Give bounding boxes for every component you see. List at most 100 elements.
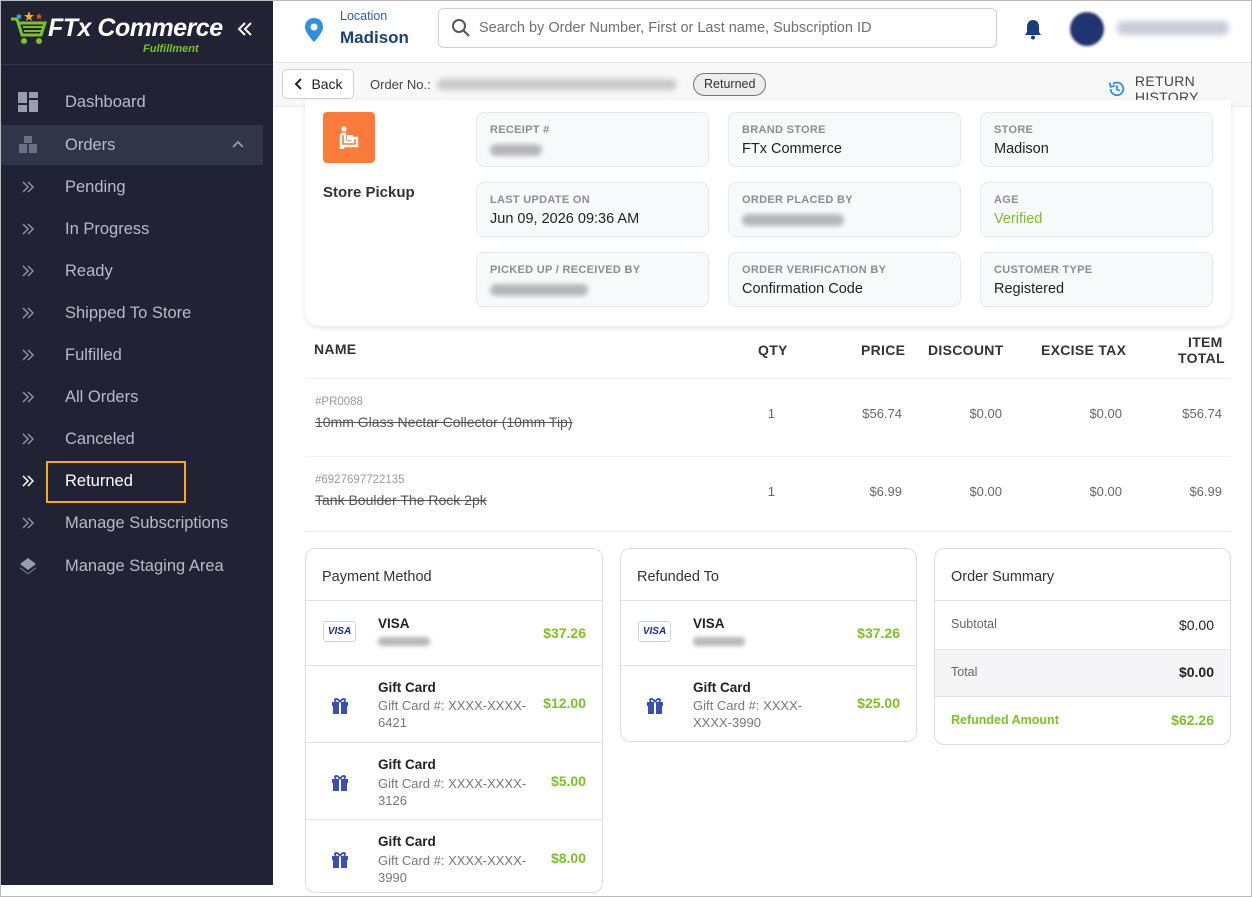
item-price: $56.74: [862, 406, 902, 421]
field-value: Registered: [994, 281, 1065, 297]
field-label: ORDER PLACED BY: [742, 194, 853, 206]
item-sku: #PR0088: [315, 396, 363, 408]
sidebar-item-manage-subscriptions[interactable]: Manage Subscriptions: [1, 503, 273, 543]
refund-amount: $37.26: [857, 625, 900, 641]
back-button[interactable]: Back: [282, 69, 354, 99]
sidebar-item-all-orders[interactable]: All Orders: [1, 377, 273, 417]
item-name: Tank Boulder The Rock 2pk: [315, 492, 487, 508]
subtotal-label: Subtotal: [951, 617, 997, 631]
total-label: Total: [951, 665, 978, 679]
dashboard-icon: [18, 92, 38, 112]
subtotal-value: $0.00: [1178, 617, 1214, 633]
divider: [621, 665, 916, 666]
sidebar-item-canceled[interactable]: Canceled: [1, 419, 273, 459]
field-value: Verified: [994, 211, 1043, 227]
chevron-left-icon: [295, 78, 303, 90]
picked-up-by-field: PICKED UP / RECEIVED BY: [476, 252, 709, 307]
divider: [305, 531, 1231, 532]
picked-up-by-value-redacted: [490, 284, 588, 296]
back-button-label: Back: [311, 76, 343, 92]
location-label: Location: [340, 9, 388, 23]
divider: [621, 600, 916, 601]
refunded-amount-label: Refunded Amount: [951, 713, 1059, 727]
brand-name: FTx Commerce: [48, 14, 223, 42]
field-label: AGE: [994, 194, 1019, 206]
sidebar-item-pending[interactable]: Pending: [1, 167, 273, 207]
item-sku: #6927697722135: [315, 474, 405, 486]
divider: [935, 600, 1230, 601]
last-update-field: LAST UPDATE ON Jun 09, 2026 09:36 AM: [476, 182, 709, 237]
sidebar-item-label: In Progress: [65, 219, 150, 238]
sidebar-item-label: Canceled: [65, 429, 135, 448]
avatar[interactable]: [1070, 12, 1104, 46]
logo: FTx Commerce Fulfillment: [1, 1, 273, 65]
status-badge: Returned: [693, 73, 767, 96]
column-header-name: NAME: [314, 341, 357, 357]
field-value: Jun 09, 2026 09:36 AM: [490, 211, 640, 227]
field-value: Madison: [994, 141, 1049, 157]
chevron-up-icon: [232, 140, 244, 148]
payment-type: Gift Card: [378, 834, 436, 849]
notification-bell-icon[interactable]: [1023, 18, 1043, 40]
field-label: LAST UPDATE ON: [490, 194, 590, 206]
sidebar-item-label: All Orders: [65, 387, 139, 406]
card-title: Payment Method: [322, 569, 432, 585]
receipt-field: RECEIPT #: [476, 112, 709, 167]
field-label: RECEIPT #: [490, 124, 550, 136]
item-excise-tax: $0.00: [1089, 406, 1122, 421]
search-input[interactable]: [479, 20, 979, 36]
age-field: AGE Verified: [980, 182, 1213, 237]
location-selector[interactable]: Madison: [340, 28, 409, 48]
history-icon: [1108, 81, 1125, 97]
gift-card-number: Gift Card #: XXXX-XXXX-6421: [378, 698, 527, 730]
sidebar-item-ready[interactable]: Ready: [1, 251, 273, 291]
column-header-excise-tax: EXCISE TAX: [1041, 342, 1127, 358]
card-title: Refunded To: [637, 569, 719, 585]
card-number-redacted: [693, 637, 745, 646]
order-number-label: Order No.:: [370, 77, 431, 92]
divider: [306, 600, 602, 601]
field-label: STORE: [994, 124, 1034, 136]
sidebar-item-dashboard[interactable]: Dashboard: [1, 82, 273, 122]
sidebar-item-label: Shipped To Store: [65, 303, 192, 322]
payment-amount: $5.00: [550, 773, 586, 789]
sidebar-item-orders[interactable]: Orders: [1, 125, 263, 165]
sidebar-item-in-progress[interactable]: In Progress: [1, 209, 273, 249]
sidebar-item-label: Orders: [65, 135, 116, 154]
sidebar-item-fulfilled[interactable]: Fulfilled: [1, 335, 273, 375]
cart-logo-icon: [11, 11, 48, 44]
double-chevron-right-icon: [22, 349, 35, 361]
staging-icon: [20, 558, 36, 575]
divider: [306, 742, 602, 743]
payment-type: Gift Card: [378, 757, 436, 772]
payment-amount: $12.00: [543, 695, 586, 711]
refund-amount: $25.00: [857, 695, 900, 711]
gift-card-number: Gift Card #: XXXX-XXXX-3126: [378, 776, 527, 808]
divider: [305, 378, 1231, 379]
placed-by-value-redacted: [742, 214, 844, 226]
active-item-highlight: [46, 461, 186, 503]
user-name-redacted[interactable]: [1117, 21, 1229, 35]
header-line: ITEM: [1188, 334, 1223, 350]
column-header-price: PRICE: [861, 342, 906, 358]
receipt-value-redacted: [490, 144, 542, 156]
item-price: $6.99: [869, 484, 902, 499]
search-bar[interactable]: [438, 8, 997, 48]
visa-card-icon: VISA: [638, 621, 671, 642]
sidebar-item-manage-staging-area[interactable]: Manage Staging Area: [1, 546, 273, 586]
column-header-item-total-line2: TOTAL: [1178, 350, 1225, 366]
divider: [306, 665, 602, 666]
item-discount: $0.00: [969, 406, 1002, 421]
payment-amount: $8.00: [550, 850, 586, 866]
payment-type: Gift Card: [378, 680, 436, 695]
gift-card-icon: [647, 698, 663, 714]
field-label: PICKED UP / RECEIVED BY: [490, 264, 641, 276]
refunded-amount-value: $62.26: [1171, 712, 1214, 728]
order-number-redacted: [437, 79, 677, 90]
sidebar-item-shipped-to-store[interactable]: Shipped To Store: [1, 293, 273, 333]
gift-card-number: Gift Card #: XXXX-XXXX-3990: [378, 853, 527, 885]
sidebar-item-label: Fulfilled: [65, 345, 122, 364]
collapse-sidebar-icon[interactable]: [234, 17, 256, 41]
gift-card-icon: [332, 852, 348, 868]
double-chevron-right-icon: [22, 517, 35, 529]
